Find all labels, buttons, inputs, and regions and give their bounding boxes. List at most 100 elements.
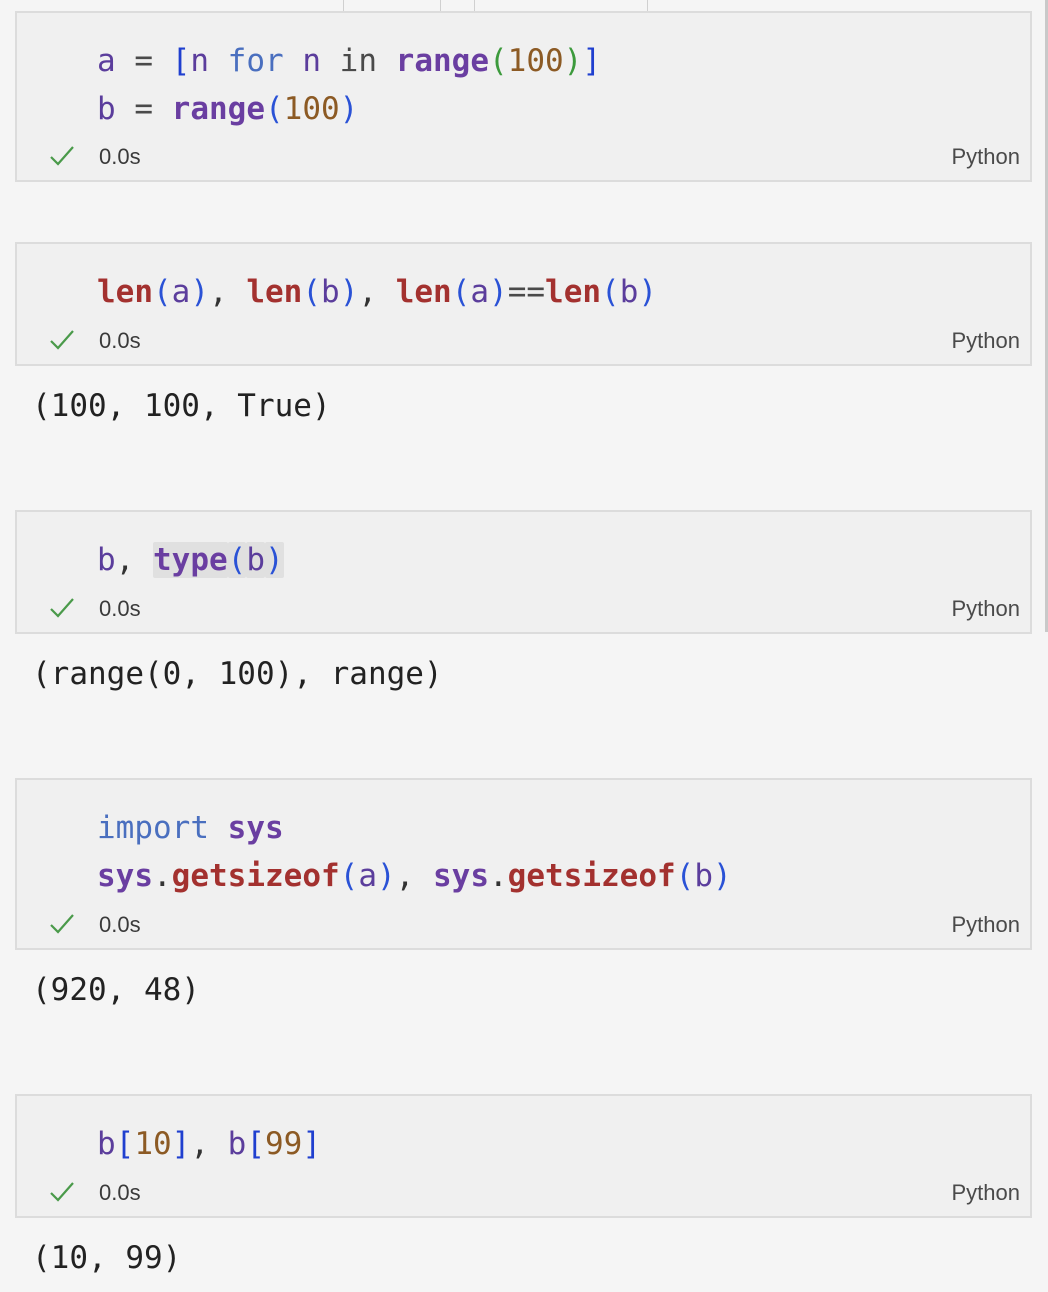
code-editor[interactable]: b[10], b[99] [97, 1120, 321, 1168]
checkmark-icon [50, 1182, 74, 1202]
cell-output: (10, 99) [32, 1240, 182, 1276]
code-editor[interactable]: a = [n for n in range(100)] b = range(100… [97, 37, 601, 133]
toolbar-divider [343, 0, 344, 11]
code-line: import sys [97, 804, 732, 852]
code-token: sys [227, 810, 284, 846]
code-token: ) [377, 858, 396, 894]
code-line: b = range(100) [97, 85, 601, 133]
cell-output: (100, 100, True) [32, 388, 331, 424]
code-token: ( [339, 858, 359, 894]
code-token: ] [302, 1126, 322, 1162]
code-editor[interactable]: b, type(b) [97, 536, 284, 584]
code-token: sys [433, 858, 489, 894]
code-token: in [321, 43, 396, 79]
code-token: ) [638, 274, 658, 310]
checkmark-icon [50, 598, 74, 618]
code-token: range [395, 43, 489, 79]
code-token: len [395, 274, 452, 310]
cell-output: (920, 48) [32, 972, 200, 1008]
code-token: ) [489, 274, 508, 310]
code-token: ) [339, 91, 359, 127]
code-cell[interactable]: b[10], b[99] 0.0s Python [15, 1094, 1032, 1218]
code-token: b [97, 542, 116, 578]
language-indicator[interactable]: Python [952, 328, 1021, 354]
execution-time: 0.0s [99, 596, 141, 621]
code-line: sys.getsizeof(a), sys.getsizeof(b) [97, 852, 732, 900]
code-token: . [489, 858, 508, 894]
code-token: getsizeof [171, 858, 340, 894]
code-line: b[10], b[99] [97, 1120, 321, 1168]
code-cell[interactable]: a = [n for n in range(100)] b = range(100… [15, 11, 1032, 182]
code-token: [ [171, 43, 191, 79]
code-token: ( [675, 858, 695, 894]
code-editor[interactable]: import sys sys.getsizeof(a), sys.getsizeo… [97, 804, 732, 900]
code-token: == [507, 274, 546, 310]
code-editor[interactable]: len(a), len(b), len(a)==len(b) [97, 268, 657, 316]
cell-status-bar: 0.0s Python [17, 910, 1030, 940]
code-token: ) [339, 274, 359, 310]
execution-time: 0.0s [99, 1180, 141, 1205]
code-token: [ [246, 1126, 266, 1162]
code-token: getsizeof [507, 858, 676, 894]
code-line: b, type(b) [97, 536, 284, 584]
code-token: ( [227, 542, 247, 578]
code-token: = [115, 91, 172, 127]
code-token: b [321, 274, 340, 310]
cell-status-bar: 0.0s Python [17, 142, 1030, 172]
code-token: a [358, 858, 377, 894]
code-token: , [190, 1126, 228, 1162]
code-token: ( [153, 274, 172, 310]
code-token: b [97, 91, 116, 127]
cell-status-bar: 0.0s Python [17, 1178, 1030, 1208]
code-token: . [153, 858, 172, 894]
code-line: len(a), len(b), len(a)==len(b) [97, 268, 657, 316]
toolbar-divider [474, 0, 475, 11]
checkmark-icon [50, 330, 74, 350]
code-token: = [115, 43, 172, 79]
code-token: ( [302, 274, 322, 310]
code-token: b [694, 858, 713, 894]
checkmark-icon [50, 914, 74, 934]
code-token: ) [190, 274, 210, 310]
execution-time: 0.0s [99, 144, 141, 169]
code-token: ( [601, 274, 620, 310]
code-token: 10 [134, 1126, 172, 1162]
code-token: b [97, 1126, 116, 1162]
code-cell[interactable]: len(a), len(b), len(a)==len(b) 0.0s Python [15, 242, 1032, 366]
code-token: b [619, 274, 639, 310]
language-indicator[interactable]: Python [952, 1180, 1021, 1206]
language-indicator[interactable]: Python [952, 596, 1021, 622]
code-token: import [97, 810, 209, 846]
cell-status-bar: 0.0s Python [17, 326, 1030, 356]
code-line: a = [n for n in range(100)] [97, 37, 601, 85]
code-token: ( [489, 43, 508, 79]
code-token: , [115, 542, 153, 578]
code-token: a [97, 43, 116, 79]
language-indicator[interactable]: Python [952, 144, 1021, 170]
cell-status-bar: 0.0s Python [17, 594, 1030, 624]
code-cell[interactable]: import sys sys.getsizeof(a), sys.getsizeo… [15, 778, 1032, 950]
code-token: a [171, 274, 191, 310]
execution-time: 0.0s [99, 328, 141, 353]
code-token: for [209, 43, 303, 79]
code-token: , [395, 858, 433, 894]
code-token: len [246, 274, 303, 310]
code-token: a [470, 274, 490, 310]
code-token: n [302, 43, 322, 79]
code-cell[interactable]: b, type(b) 0.0s Python [15, 510, 1032, 634]
execution-time: 0.0s [99, 912, 141, 937]
language-indicator[interactable]: Python [952, 912, 1021, 938]
code-token: 100 [507, 43, 564, 79]
code-token: sys [97, 858, 153, 894]
code-token: type [153, 542, 228, 578]
toolbar-divider [647, 0, 648, 11]
code-token: n [190, 43, 210, 79]
code-token: ] [171, 1126, 191, 1162]
code-token: ) [713, 858, 732, 894]
cell-output: (range(0, 100), range) [32, 656, 443, 692]
toolbar-divider [440, 0, 441, 11]
code-token: b [227, 1126, 247, 1162]
code-token: [ [115, 1126, 135, 1162]
code-token: b [246, 542, 265, 578]
